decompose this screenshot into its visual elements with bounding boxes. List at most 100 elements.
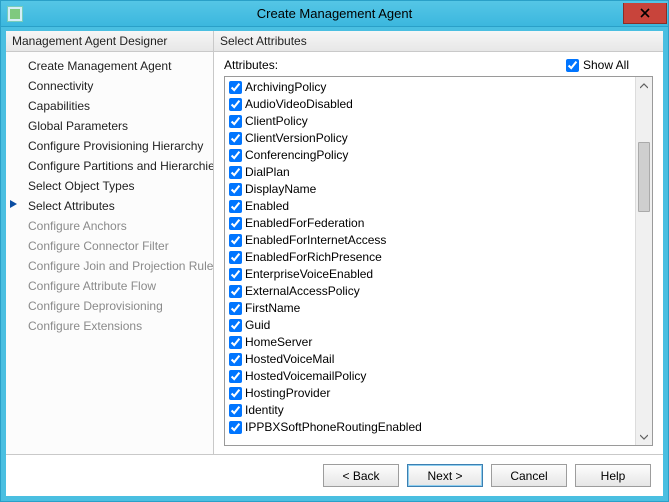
attribute-item[interactable]: HostingProvider	[227, 385, 633, 402]
app-icon	[7, 6, 23, 22]
attribute-item[interactable]: AudioVideoDisabled	[227, 96, 633, 113]
attribute-label: EnterpriseVoiceEnabled	[245, 266, 373, 283]
attribute-item[interactable]: ExternalAccessPolicy	[227, 283, 633, 300]
nav-step[interactable]: Create Management Agent	[6, 56, 213, 76]
attribute-checkbox[interactable]	[229, 234, 242, 247]
attribute-item[interactable]: ArchivingPolicy	[227, 79, 633, 96]
window-title: Create Management Agent	[1, 6, 668, 21]
attribute-label: EnabledForInternetAccess	[245, 232, 386, 249]
attribute-label: ExternalAccessPolicy	[245, 283, 360, 300]
attribute-checkbox[interactable]	[229, 285, 242, 298]
attribute-item[interactable]: HostedVoicemailPolicy	[227, 368, 633, 385]
attribute-label: Guid	[245, 317, 270, 334]
attribute-label: HomeServer	[245, 334, 312, 351]
attribute-checkbox[interactable]	[229, 302, 242, 315]
attribute-label: EnabledForRichPresence	[245, 249, 382, 266]
attribute-item[interactable]: EnterpriseVoiceEnabled	[227, 266, 633, 283]
nav-items: Create Management AgentConnectivityCapab…	[6, 52, 213, 340]
attribute-checkbox[interactable]	[229, 217, 242, 230]
attribute-checkbox[interactable]	[229, 251, 242, 264]
attribute-item[interactable]: FirstName	[227, 300, 633, 317]
nav-step: Configure Attribute Flow	[6, 276, 213, 296]
attribute-checkbox[interactable]	[229, 98, 242, 111]
main-area: Management Agent Designer Create Managem…	[6, 31, 663, 454]
scroll-up-button[interactable]	[636, 77, 652, 94]
back-button[interactable]: < Back	[323, 464, 399, 487]
attribute-checkbox[interactable]	[229, 370, 242, 383]
nav-header: Management Agent Designer	[6, 31, 213, 52]
attribute-checkbox[interactable]	[229, 319, 242, 332]
panel-body: Attributes: Show All ArchivingPolicyAudi…	[214, 52, 663, 454]
close-button[interactable]	[623, 3, 667, 24]
attribute-checkbox[interactable]	[229, 336, 242, 349]
nav-step: Configure Extensions	[6, 316, 213, 336]
attribute-label: ConferencingPolicy	[245, 147, 348, 164]
attribute-item[interactable]: EnabledForFederation	[227, 215, 633, 232]
close-icon	[640, 8, 650, 18]
attributes-items: ArchivingPolicyAudioVideoDisabledClientP…	[225, 77, 635, 445]
attribute-checkbox[interactable]	[229, 132, 242, 145]
attributes-label: Attributes:	[224, 58, 278, 72]
nav-step[interactable]: Select Attributes	[6, 196, 213, 216]
nav-step[interactable]: Capabilities	[6, 96, 213, 116]
attribute-item[interactable]: ClientPolicy	[227, 113, 633, 130]
attribute-item[interactable]: ConferencingPolicy	[227, 147, 633, 164]
panel-header: Select Attributes	[214, 31, 663, 52]
attribute-item[interactable]: ClientVersionPolicy	[227, 130, 633, 147]
attribute-checkbox[interactable]	[229, 149, 242, 162]
next-button[interactable]: Next >	[407, 464, 483, 487]
nav-step[interactable]: Connectivity	[6, 76, 213, 96]
attribute-item[interactable]: EnabledForRichPresence	[227, 249, 633, 266]
nav-step[interactable]: Select Object Types	[6, 176, 213, 196]
scroll-thumb[interactable]	[638, 142, 650, 212]
attribute-label: EnabledForFederation	[245, 215, 364, 232]
attribute-checkbox[interactable]	[229, 421, 242, 434]
chevron-down-icon	[640, 434, 648, 440]
attribute-item[interactable]: DialPlan	[227, 164, 633, 181]
attribute-label: FirstName	[245, 300, 300, 317]
nav-step: Configure Deprovisioning	[6, 296, 213, 316]
nav-step[interactable]: Configure Provisioning Hierarchy	[6, 136, 213, 156]
attributes-header-row: Attributes: Show All	[224, 58, 653, 72]
attribute-item[interactable]: Guid	[227, 317, 633, 334]
attribute-checkbox[interactable]	[229, 268, 242, 281]
attribute-label: AudioVideoDisabled	[245, 96, 353, 113]
attribute-label: ArchivingPolicy	[245, 79, 326, 96]
titlebar: Create Management Agent	[1, 1, 668, 27]
scroll-track[interactable]	[636, 94, 652, 428]
attribute-item[interactable]: DisplayName	[227, 181, 633, 198]
wizard-window: Create Management Agent Management Agent…	[0, 0, 669, 502]
attributes-listbox[interactable]: ArchivingPolicyAudioVideoDisabledClientP…	[224, 76, 653, 446]
cancel-button[interactable]: Cancel	[491, 464, 567, 487]
attribute-checkbox[interactable]	[229, 387, 242, 400]
attribute-label: HostingProvider	[245, 385, 330, 402]
attribute-item[interactable]: EnabledForInternetAccess	[227, 232, 633, 249]
show-all-label: Show All	[583, 58, 629, 72]
show-all-checkbox[interactable]	[566, 59, 579, 72]
attribute-label: HostedVoicemailPolicy	[245, 368, 366, 385]
attribute-checkbox[interactable]	[229, 115, 242, 128]
help-button[interactable]: Help	[575, 464, 651, 487]
attribute-checkbox[interactable]	[229, 166, 242, 179]
attribute-label: IPPBXSoftPhoneRoutingEnabled	[245, 419, 422, 436]
show-all-group[interactable]: Show All	[566, 58, 629, 72]
attribute-item[interactable]: Identity	[227, 402, 633, 419]
nav-step[interactable]: Configure Partitions and Hierarchies	[6, 156, 213, 176]
attribute-item[interactable]: IPPBXSoftPhoneRoutingEnabled	[227, 419, 633, 436]
attribute-item[interactable]: Enabled	[227, 198, 633, 215]
scroll-down-button[interactable]	[636, 428, 652, 445]
attribute-checkbox[interactable]	[229, 353, 242, 366]
attribute-checkbox[interactable]	[229, 200, 242, 213]
attribute-item[interactable]: HostedVoiceMail	[227, 351, 633, 368]
attribute-label: DialPlan	[245, 164, 290, 181]
scrollbar[interactable]	[635, 77, 652, 445]
attribute-label: HostedVoiceMail	[245, 351, 334, 368]
attribute-checkbox[interactable]	[229, 81, 242, 94]
nav-step[interactable]: Global Parameters	[6, 116, 213, 136]
attribute-label: Identity	[245, 402, 284, 419]
nav-step: Configure Join and Projection Rules	[6, 256, 213, 276]
nav-step: Configure Connector Filter	[6, 236, 213, 256]
attribute-checkbox[interactable]	[229, 404, 242, 417]
attribute-item[interactable]: HomeServer	[227, 334, 633, 351]
attribute-checkbox[interactable]	[229, 183, 242, 196]
